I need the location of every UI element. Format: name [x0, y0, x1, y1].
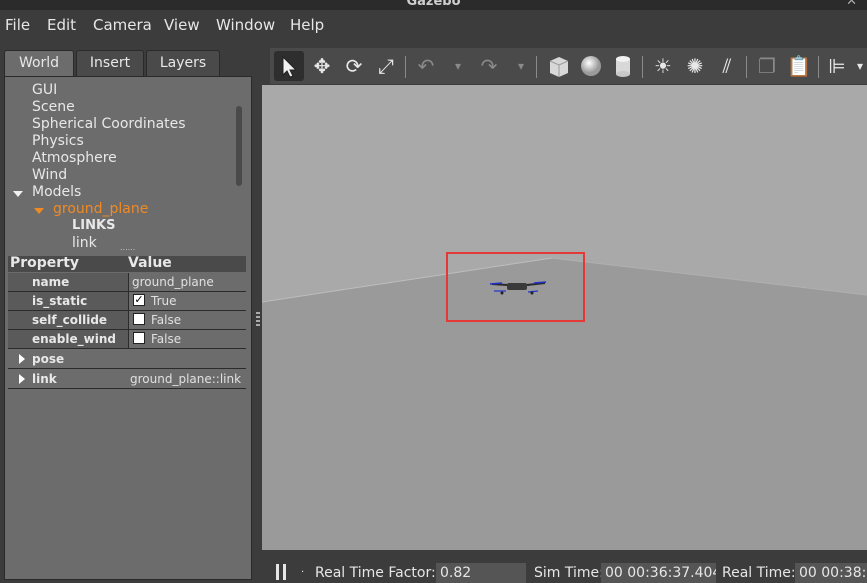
sim-time-value: 00 00:36:37.404: [601, 563, 716, 583]
directional-light-icon[interactable]: ⫽: [712, 51, 742, 81]
menu-help[interactable]: Help: [290, 16, 324, 34]
panel-resize-handle[interactable]: [256, 312, 260, 328]
close-icon[interactable]: ✕: [846, 0, 857, 9]
scene-render: [262, 252, 867, 550]
tree-item-models[interactable]: Models: [32, 184, 81, 200]
tab-insert[interactable]: Insert: [76, 50, 144, 76]
expand-triangle-icon[interactable]: [19, 354, 25, 364]
property-value: True: [151, 294, 177, 308]
sphere-icon[interactable]: [576, 51, 606, 81]
property-value: False: [151, 332, 182, 346]
ground-plane-surface: [262, 258, 867, 550]
translate-icon[interactable]: ✥: [307, 51, 337, 81]
enable-wind-checkbox[interactable]: [133, 332, 145, 344]
tree-item-gui[interactable]: GUI: [32, 82, 57, 98]
menu-edit[interactable]: Edit: [47, 16, 76, 34]
tab-world[interactable]: World: [4, 50, 74, 76]
property-key: name: [32, 275, 70, 289]
property-value: ground_plane::link: [130, 372, 242, 386]
tree-item-spherical-coordinates[interactable]: Spherical Coordinates: [32, 116, 186, 132]
real-time-factor-label: Real Time Factor:: [315, 565, 436, 581]
header-property: Property: [10, 255, 80, 271]
tree-item-scene[interactable]: Scene: [32, 99, 75, 115]
paste-icon[interactable]: 📋: [784, 51, 814, 81]
window-title: Gazebo: [406, 0, 461, 9]
property-key: enable_wind: [32, 332, 116, 346]
rotate-icon[interactable]: ⟳: [339, 51, 369, 81]
property-value: False: [151, 313, 182, 327]
property-row-self-collide[interactable]: self_collide False: [8, 311, 246, 330]
copy-icon[interactable]: ❐: [752, 51, 782, 81]
tab-layers[interactable]: Layers: [146, 50, 220, 76]
expand-arrow-icon[interactable]: [13, 191, 23, 197]
self-collide-checkbox[interactable]: [133, 313, 145, 325]
property-key: is_static: [32, 294, 88, 308]
property-table-header: Property Value: [8, 255, 246, 272]
undo-icon[interactable]: ↶: [411, 51, 441, 81]
property-row-pose[interactable]: pose: [8, 350, 246, 369]
tree-item-link[interactable]: link: [72, 235, 97, 251]
undo-history-chevron-icon[interactable]: ▾: [450, 51, 466, 81]
sim-time-label: Sim Time:: [534, 565, 604, 581]
real-time-label: Real Time:: [722, 565, 796, 581]
left-panel: World Insert Layers GUI Scene Spherical …: [0, 40, 262, 580]
point-light-icon[interactable]: ☀: [648, 51, 678, 81]
pause-icon[interactable]: [283, 564, 286, 580]
scale-icon[interactable]: ⤢: [371, 51, 401, 81]
property-row-enable-wind[interactable]: enable_wind False: [8, 330, 246, 349]
title-bar: Gazebo ✕: [0, 0, 867, 10]
3d-viewport[interactable]: [262, 85, 867, 550]
step-indicator: .: [301, 564, 305, 575]
toolbar: ✥ ⟳ ⤢ ↶ ▾ ↷ ▾ ☀ ✺ ⫽ ❐ 📋 ⊫ ▾: [270, 48, 867, 84]
menu-view[interactable]: View: [164, 16, 200, 34]
select-arrow-icon[interactable]: [274, 51, 304, 81]
splitter-handle[interactable]: ......: [120, 243, 135, 252]
property-key: self_collide: [32, 313, 108, 327]
redo-history-chevron-icon[interactable]: ▾: [513, 51, 529, 81]
expand-arrow-icon[interactable]: [34, 208, 44, 214]
property-row-name[interactable]: name ground_plane: [8, 273, 246, 292]
cylinder-icon[interactable]: [608, 51, 638, 81]
header-value: Value: [128, 255, 172, 271]
status-bar: . Real Time Factor: 0.82 Sim Time: 00 00…: [262, 550, 867, 583]
align-icon[interactable]: ⊫: [822, 51, 852, 81]
box-icon[interactable]: [544, 51, 574, 81]
tree-item-wind[interactable]: Wind: [32, 167, 67, 183]
menu-bar: File Edit Camera View Window Help: [0, 10, 867, 40]
expand-triangle-icon[interactable]: [19, 374, 25, 384]
tree-item-atmosphere[interactable]: Atmosphere: [32, 150, 117, 166]
property-value: ground_plane: [132, 275, 214, 289]
redo-icon[interactable]: ↷: [474, 51, 504, 81]
real-time-factor-value: 0.82: [436, 563, 526, 583]
tree-item-physics[interactable]: Physics: [32, 133, 84, 149]
property-row-is-static[interactable]: is_static ✓ True: [8, 292, 246, 311]
menu-file[interactable]: File: [5, 16, 30, 34]
property-key: link: [32, 372, 57, 386]
menu-window[interactable]: Window: [216, 16, 275, 34]
tree-scrollbar[interactable]: [236, 106, 242, 186]
property-row-link[interactable]: link ground_plane::link: [8, 370, 246, 389]
property-key: pose: [32, 352, 65, 366]
align-chevron-icon[interactable]: ▾: [852, 51, 867, 81]
tree-item-links-heading: LINKS: [72, 218, 116, 233]
is-static-checkbox[interactable]: ✓: [133, 294, 145, 306]
real-time-value: 00 00:38:4: [795, 563, 867, 583]
tree-item-ground-plane[interactable]: ground_plane: [53, 201, 148, 217]
menu-camera[interactable]: Camera: [93, 16, 152, 34]
pause-icon[interactable]: [276, 564, 279, 580]
spot-light-icon[interactable]: ✺: [680, 51, 710, 81]
